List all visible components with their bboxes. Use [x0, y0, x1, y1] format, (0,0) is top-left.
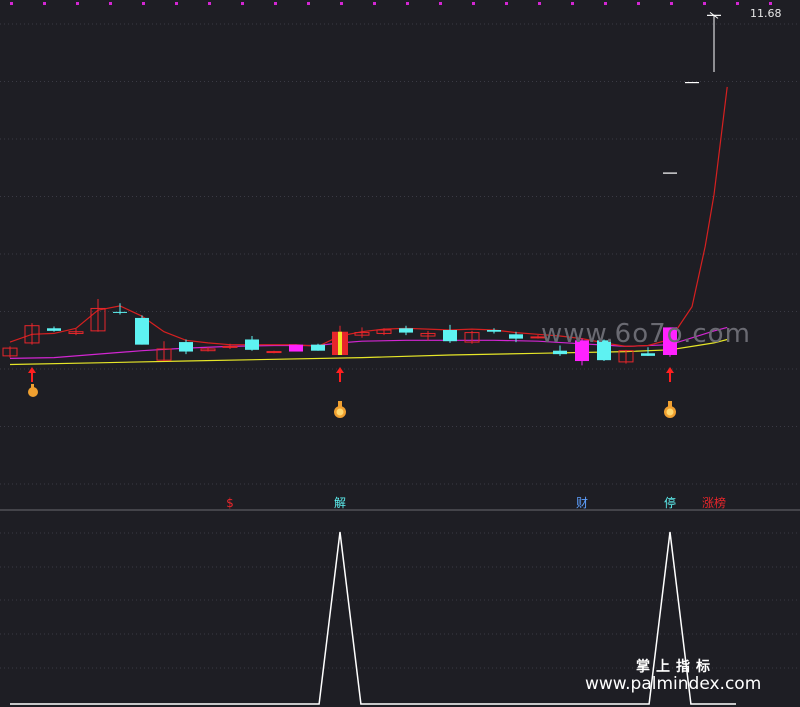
- watermark-site-large: www.6o7o.com: [541, 319, 751, 349]
- money-bag-icon-coin: [336, 408, 344, 416]
- event-tag: 停: [664, 495, 676, 510]
- signal-arrow-head: [28, 367, 36, 373]
- candlestick-layer: [2, 11, 721, 366]
- candle-body: [509, 334, 523, 339]
- signal-marker-layer: [28, 367, 676, 418]
- money-bag-icon-coin: [666, 408, 674, 416]
- candle-body: [222, 345, 238, 348]
- candle-body: [266, 351, 282, 354]
- candle-body: [487, 330, 501, 332]
- money-bag-icon-neck: [668, 401, 672, 407]
- event-tag-layer: $ 解 财 停 涨榜: [226, 495, 726, 510]
- grid-dot: [10, 2, 13, 5]
- watermark-site-small: www.palmindex.com: [585, 674, 761, 694]
- grid-dot: [571, 2, 574, 5]
- candle-body: [135, 317, 149, 345]
- candle-body: [245, 339, 259, 350]
- grid-dot: [604, 2, 607, 5]
- hand-icon-finger: [31, 384, 34, 392]
- signal-arrow-head: [666, 367, 674, 373]
- grid-dot: [208, 2, 211, 5]
- candle-body: [553, 350, 567, 355]
- candle-body: [47, 328, 61, 331]
- money-bag-icon-neck: [338, 401, 342, 407]
- grid-dot: [274, 2, 277, 5]
- grid-dot: [76, 2, 79, 5]
- grid-dot: [505, 2, 508, 5]
- grid-dot: [472, 2, 475, 5]
- event-tag: $: [226, 496, 234, 510]
- grid-dot: [109, 2, 112, 5]
- grid-dot: [373, 2, 376, 5]
- candle-body: [399, 328, 413, 333]
- candle-body: [289, 344, 303, 352]
- grid-dot: [703, 2, 706, 5]
- stock-chart-canvas: $ 解 财 停 涨榜 11.68 www.6o7o.com 掌上指标 www.palmi…: [0, 2, 800, 705]
- ma-short-line: [9, 86, 728, 348]
- grid-dot: [175, 2, 178, 5]
- candle-body: [179, 342, 193, 352]
- watermark-brand: 掌上指标: [636, 658, 716, 675]
- grid-dot: [307, 2, 310, 5]
- candle-body: [311, 344, 325, 351]
- candle-body: [641, 353, 655, 356]
- signal-arrow-head: [336, 367, 344, 373]
- grid-dot: [637, 2, 640, 5]
- grid-dot: [769, 2, 772, 5]
- chart-stage: $ 解 财 停 涨榜 11.68 www.6o7o.com 掌上指标 www.palmi…: [0, 0, 800, 707]
- grid-dot: [670, 2, 673, 5]
- event-tag: 财: [576, 496, 588, 510]
- event-tag: 解: [334, 496, 346, 510]
- grid-dot: [406, 2, 409, 5]
- event-tag: 涨榜: [702, 495, 726, 510]
- candle-body: [443, 330, 457, 342]
- grid-dot: [736, 2, 739, 5]
- candle-body: [113, 311, 127, 313]
- candle-highlight-stripe: [338, 331, 342, 355]
- grid-dot: [241, 2, 244, 5]
- grid-dot: [340, 2, 343, 5]
- grid-dot: [142, 2, 145, 5]
- grid-dot: [43, 2, 46, 5]
- grid-dot: [439, 2, 442, 5]
- grid-dot: [538, 2, 541, 5]
- price-high-label: 11.68: [750, 7, 782, 20]
